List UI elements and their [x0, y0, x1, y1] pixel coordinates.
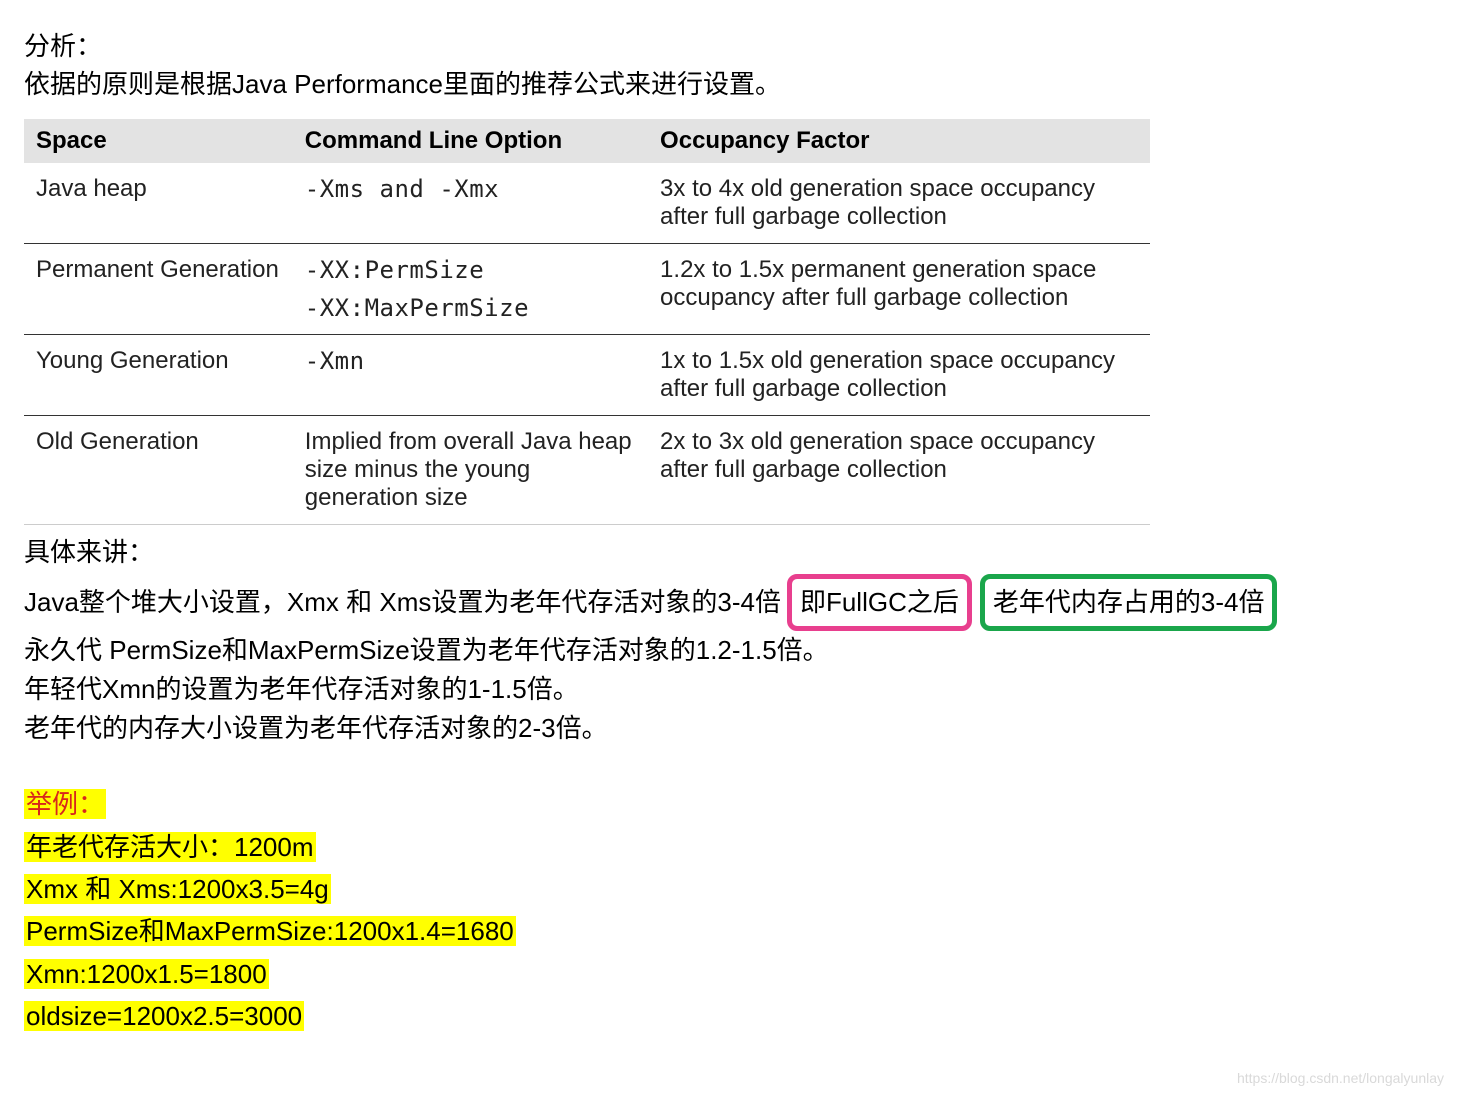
cell-option: -Xms and -Xmx [293, 163, 648, 244]
callout-green: 老年代内存占用的3-4倍 [980, 574, 1278, 631]
table-row: Java heap-Xms and -Xmx3x to 4x old gener… [24, 163, 1150, 244]
details-header: 具体来讲： [24, 533, 1436, 572]
intro-line-2: 依据的原则是根据Java Performance里面的推荐公式来进行设置。 [24, 66, 1436, 104]
cell-option: -XX:PermSize-XX:MaxPermSize [293, 244, 648, 335]
cell-space: Java heap [24, 163, 293, 244]
recommendation-table: Space Command Line Option Occupancy Fact… [24, 119, 1436, 525]
table-row: Old GenerationImplied from overall Java … [24, 416, 1150, 525]
cell-factor: 1x to 1.5x old generation space occupanc… [648, 335, 1150, 416]
details-perm: 永久代 PermSize和MaxPermSize设置为老年代存活对象的1.2-1… [24, 631, 1436, 670]
example-line: 年老代存活大小：1200m [24, 832, 316, 862]
details-old: 老年代的内存大小设置为老年代存活对象的2-3倍。 [24, 709, 1436, 748]
example-block: 举例： 年老代存活大小：1200m Xmx 和 Xms:1200x3.5=4g P… [24, 784, 1436, 1036]
intro-line-1: 分析： [24, 28, 1436, 66]
cell-space: Permanent Generation [24, 244, 293, 335]
table-row: Permanent Generation-XX:PermSize-XX:MaxP… [24, 244, 1150, 335]
th-option: Command Line Option [293, 119, 648, 163]
details-heap-prefix: Java整个堆大小设置，Xmx 和 Xms设置为老年代存活对象的3-4倍 [24, 583, 781, 622]
cell-space: Old Generation [24, 416, 293, 525]
callout-pink: 即FullGC之后 [787, 574, 972, 631]
cell-factor: 1.2x to 1.5x permanent generation space … [648, 244, 1150, 335]
example-title: 举例： [24, 789, 106, 819]
example-line: Xmn:1200x1.5=1800 [24, 959, 269, 989]
example-line: oldsize=1200x2.5=3000 [24, 1001, 304, 1031]
watermark: https://blog.csdn.net/longalyunlay [1237, 1070, 1444, 1086]
document-page: 分析： 依据的原则是根据Java Performance里面的推荐公式来进行设置… [0, 0, 1460, 1066]
cell-factor: 3x to 4x old generation space occupancy … [648, 163, 1150, 244]
cell-option: Implied from overall Java heap size minu… [293, 416, 648, 525]
cell-factor: 2x to 3x old generation space occupancy … [648, 416, 1150, 525]
cell-option: -Xmn [293, 335, 648, 416]
th-factor: Occupancy Factor [648, 119, 1150, 163]
th-space: Space [24, 119, 293, 163]
table-row: Young Generation-Xmn1x to 1.5x old gener… [24, 335, 1150, 416]
details-heap-row: Java整个堆大小设置，Xmx 和 Xms设置为老年代存活对象的3-4倍 即Fu… [24, 574, 1436, 631]
cell-space: Young Generation [24, 335, 293, 416]
example-line: Xmx 和 Xms:1200x3.5=4g [24, 874, 331, 904]
example-line: PermSize和MaxPermSize:1200x1.4=1680 [24, 916, 516, 946]
details-young: 年轻代Xmn的设置为老年代存活对象的1-1.5倍。 [24, 670, 1436, 709]
